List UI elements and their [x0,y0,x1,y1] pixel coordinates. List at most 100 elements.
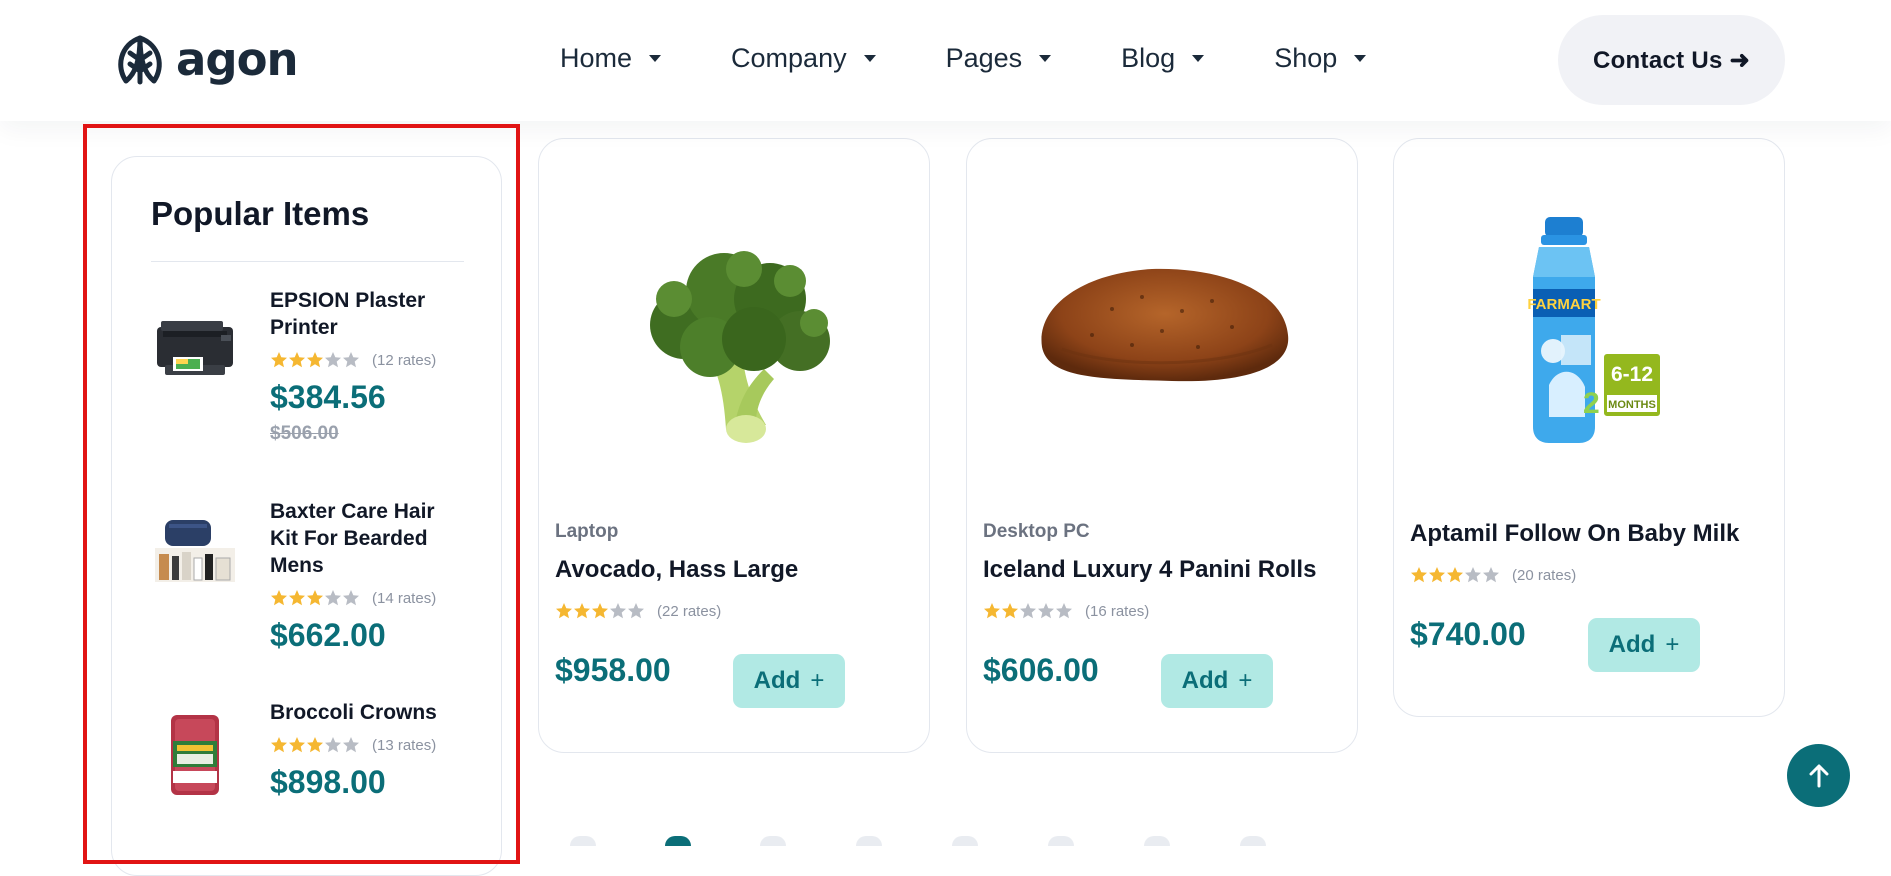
plus-icon: + [1238,667,1253,694]
pagination-item[interactable] [760,836,786,846]
item-name[interactable]: Baxter Care Hair Kit For Bearded Mens [270,498,460,579]
product-price: $740.00 [1410,616,1526,652]
star-empty-icon [343,737,359,753]
star-empty-icon [325,590,341,606]
star-filled-icon [307,737,323,753]
star-filled-icon [1002,603,1018,619]
rates-count: (20 rates) [1512,566,1577,584]
product-category[interactable]: Laptop [555,521,618,543]
months-text: MONTHS [1608,399,1656,411]
rating: (14 rates) [270,589,460,607]
rates-count: (13 rates) [372,736,437,754]
item-name[interactable]: EPSION Plaster Printer [270,287,460,341]
pagination-item[interactable] [1240,836,1266,846]
contact-us-button[interactable]: Contact Us ➜ [1558,15,1785,105]
add-to-cart-button[interactable]: Add + [733,654,845,708]
site-header: agon Home Company Pages Blog Shop Contac… [0,0,1891,121]
add-label: Add [1608,631,1656,658]
star-filled-icon [289,352,305,368]
rating: (16 rates) [983,602,1149,620]
item-name[interactable]: Broccoli Crowns [270,699,460,726]
star-empty-icon [1038,603,1054,619]
star-empty-icon [325,352,341,368]
product-name[interactable]: Aptamil Follow On Baby Milk [1410,520,1739,548]
star-empty-icon [343,352,359,368]
star-filled-icon [556,603,572,619]
rates-count: (14 rates) [372,589,437,607]
rating: (22 rates) [555,602,721,620]
pagination-item[interactable] [856,836,882,846]
star-rating [983,602,1073,620]
plus-icon: + [810,667,825,694]
broccoli-image [650,251,830,443]
star-filled-icon [307,352,323,368]
add-label: Add [753,667,801,694]
product-card[interactable]: FARMART 2 6-12 MONTHS Aptamil Follow On … [1393,138,1785,717]
item-price: $662.00 [270,617,386,653]
product-name[interactable]: Iceland Luxury 4 Panini Rolls [983,556,1316,584]
divider [151,261,464,262]
popular-item-info: EPSION Plaster Printer (12 rates) $384.5… [270,287,460,445]
pagination-item[interactable] [1144,836,1170,846]
pagination-item[interactable] [952,836,978,846]
item-price: $898.00 [270,764,386,800]
caret-down-icon [1192,54,1205,62]
rates-count: (22 rates) [657,602,722,620]
nav-label: Home [560,42,633,73]
star-empty-icon [1056,603,1072,619]
popular-item-info: Baxter Care Hair Kit For Bearded Mens (1… [270,498,460,653]
back-to-top-button[interactable] [1787,744,1850,807]
add-to-cart-button[interactable]: Add + [1588,618,1700,672]
caret-down-icon [649,54,662,62]
nav-label: Shop [1274,42,1338,73]
nav-item-home[interactable]: Home [560,38,662,78]
star-rating [270,351,360,369]
star-filled-icon [289,590,305,606]
star-filled-icon [1429,567,1445,583]
star-empty-icon [325,737,341,753]
main-nav: Home Company Pages Blog Shop [560,38,1367,78]
brand-logo[interactable]: agon [110,33,299,87]
rating: (20 rates) [1410,566,1576,584]
pagination-item[interactable] [1048,836,1074,846]
leaf-logo-icon [118,35,162,85]
star-empty-icon [628,603,644,619]
product-name[interactable]: Avocado, Hass Large [555,556,798,584]
caret-down-icon [1039,54,1052,62]
star-filled-icon [1447,567,1463,583]
pagination-item[interactable] [665,836,691,846]
pagination-item[interactable] [570,836,596,846]
svg-text:2: 2 [1583,387,1600,420]
bread-roll-image [1041,268,1289,382]
star-filled-icon [592,603,608,619]
product-price: $606.00 [983,652,1099,688]
nav-item-company[interactable]: Company [731,38,876,78]
star-empty-icon [343,590,359,606]
star-filled-icon [271,590,287,606]
star-filled-icon [289,737,305,753]
add-to-cart-button[interactable]: Add + [1161,654,1273,708]
arrow-up-icon [1809,764,1828,787]
star-empty-icon [1020,603,1036,619]
nav-label: Blog [1121,42,1176,73]
rating: (12 rates) [270,351,460,369]
star-filled-icon [984,603,1000,619]
nav-item-blog[interactable]: Blog [1121,38,1205,78]
star-empty-icon [610,603,626,619]
star-empty-icon [1465,567,1481,583]
product-category[interactable]: Desktop PC [983,521,1090,543]
add-label: Add [1181,667,1229,694]
product-price: $958.00 [555,652,671,688]
hair-kit-thumbnail [155,520,235,582]
star-filled-icon [307,590,323,606]
rates-count: (16 rates) [1085,602,1150,620]
rating: (13 rates) [270,736,460,754]
product-card[interactable]: Laptop Avocado, Hass Large (22 rates) $9… [538,138,930,753]
nav-item-pages[interactable]: Pages [946,38,1052,78]
nav-item-shop[interactable]: Shop [1274,38,1367,78]
caret-down-icon [1354,54,1367,62]
product-card[interactable]: Desktop PC Iceland Luxury 4 Panini Rolls… [966,138,1358,753]
item-price: $384.56 [270,379,386,415]
caret-down-icon [863,54,876,62]
star-rating [555,602,645,620]
